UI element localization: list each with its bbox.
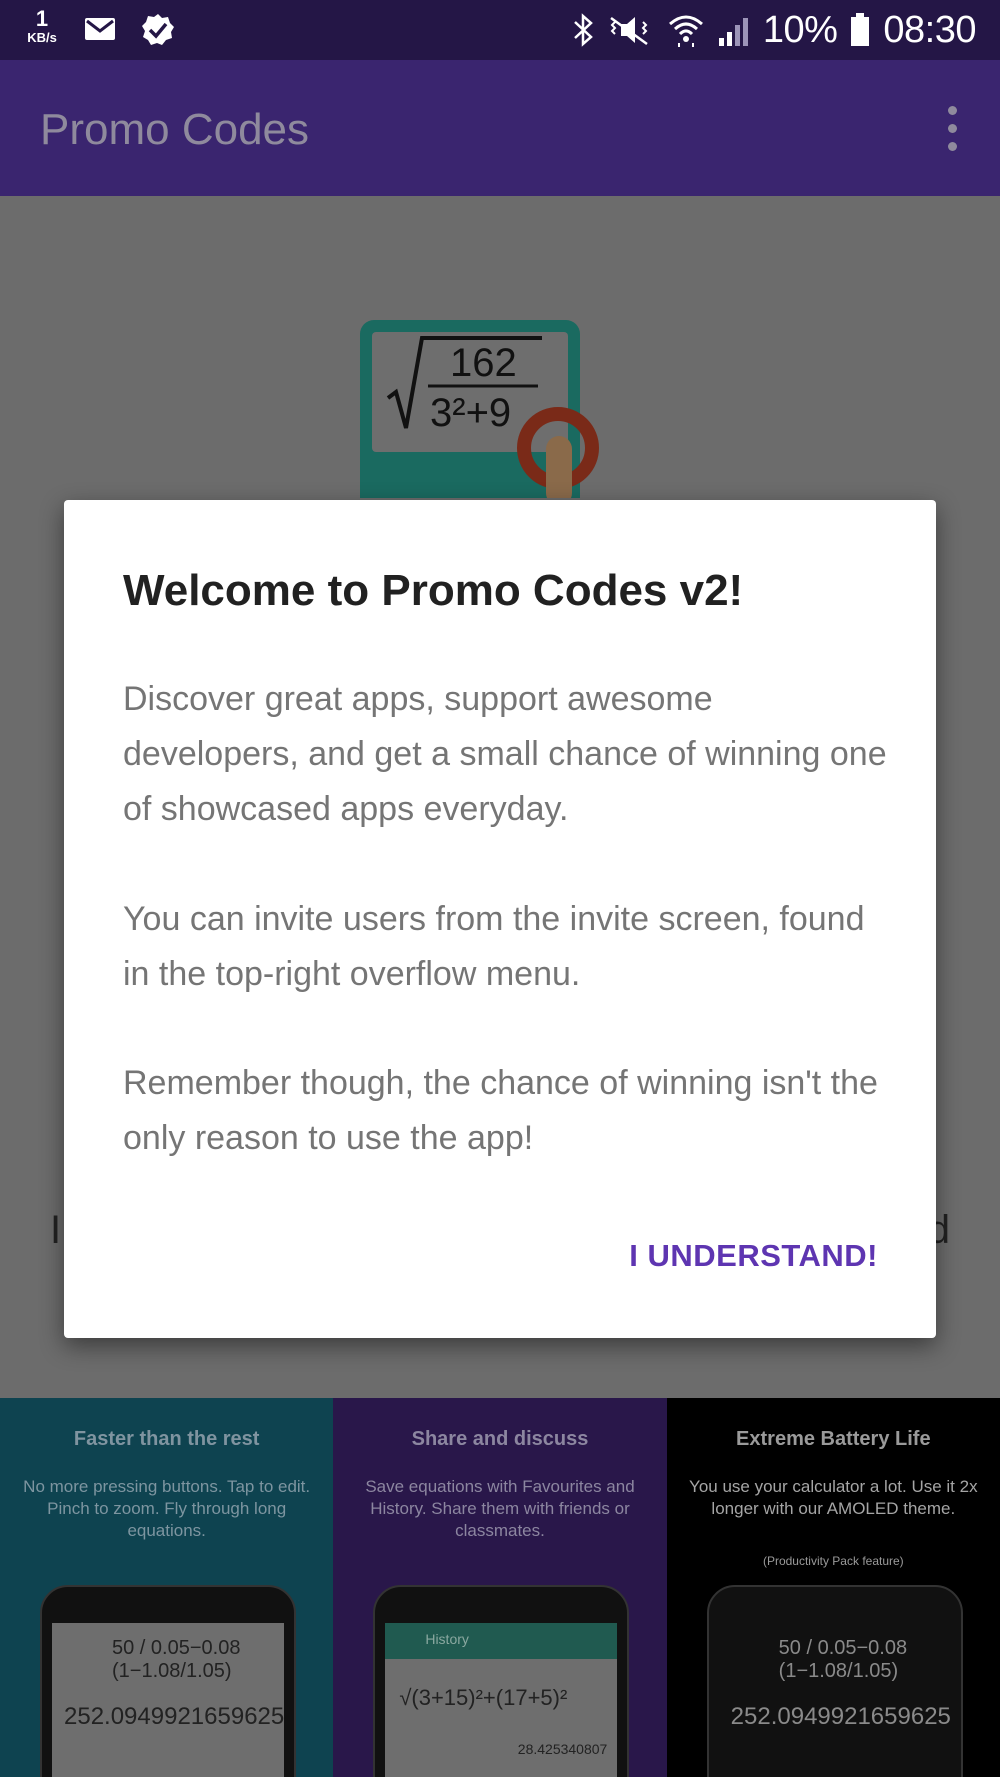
dialog-title: Welcome to Promo Codes v2! [123,566,744,615]
dialog-paragraph: You can invite users from the invite scr… [123,900,865,993]
welcome-dialog: Welcome to Promo Codes v2! Discover grea… [64,500,936,1338]
dialog-paragraph: Remember though, the chance of winning i… [123,1064,878,1157]
understand-button[interactable]: I UNDERSTAND! [629,1238,878,1274]
dialog-paragraph: Discover great apps, support awesome dev… [123,680,887,828]
